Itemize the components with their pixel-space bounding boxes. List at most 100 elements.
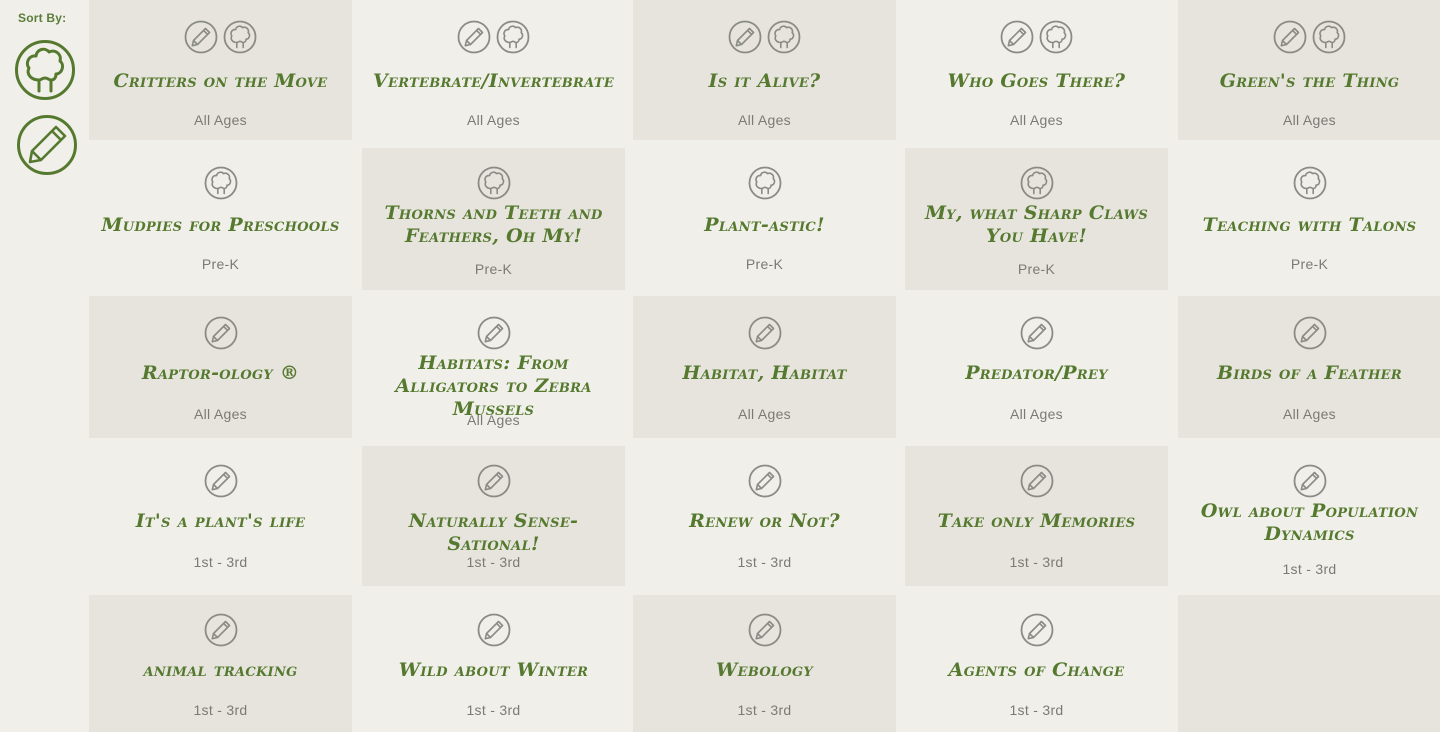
program-card[interactable]: Owl about Population Dynamics 1st - 3rd (1178, 446, 1440, 586)
program-category-icons (633, 20, 896, 54)
pencil-icon (204, 316, 238, 350)
tree-icon (1039, 20, 1073, 54)
program-card[interactable]: Raptor-ology ® All Ages (89, 296, 352, 438)
program-age-range: 1st - 3rd (737, 702, 792, 718)
program-card[interactable]: My, what Sharp Claws You Have! Pre-K (905, 148, 1168, 290)
program-card[interactable]: Vertebrate/Invertebrate All Ages (362, 0, 625, 140)
program-category-icons (633, 613, 896, 647)
program-card[interactable]: Predator/Prey All Ages (905, 296, 1168, 438)
program-age-range: All Ages (738, 112, 791, 128)
program-card[interactable]: Plant-astic! Pre-K (633, 148, 896, 290)
program-title[interactable]: Habitats: From Alligators to Zebra Musse… (366, 352, 621, 421)
program-card[interactable]: Thorns and Teeth and Feathers, Oh My! Pre… (362, 148, 625, 290)
program-title[interactable]: Plant-astic! (637, 214, 892, 237)
program-category-icons (633, 464, 896, 498)
program-card[interactable]: animal tracking 1st - 3rd (89, 595, 352, 732)
program-card[interactable]: Wild about Winter 1st - 3rd (362, 595, 625, 732)
pencil-icon (748, 613, 782, 647)
program-age-range: 1st - 3rd (193, 554, 248, 570)
program-card[interactable]: Habitat, Habitat All Ages (633, 296, 896, 438)
program-age-range: Pre-K (201, 256, 240, 272)
program-age-range: 1st - 3rd (1009, 554, 1064, 570)
program-title[interactable]: Green's the Thing (1182, 70, 1437, 93)
pencil-icon (1273, 20, 1307, 54)
program-age-range: All Ages (1010, 406, 1063, 422)
sort-by-pencil-button[interactable] (16, 114, 78, 176)
program-title[interactable]: Critters on the Move (93, 70, 348, 93)
program-title[interactable]: Raptor-ology ® (93, 362, 348, 385)
pencil-icon (1020, 316, 1054, 350)
program-card[interactable]: Mudpies for Preschools Pre-K (89, 148, 352, 290)
sort-by-label: Sort By: (18, 11, 67, 25)
program-category-icons (1178, 464, 1440, 498)
program-title[interactable]: Birds of a Feather (1182, 362, 1437, 385)
program-title[interactable]: Teaching with Talons (1182, 214, 1437, 237)
program-category-icons (905, 464, 1168, 498)
program-card[interactable]: It's a plant's life 1st - 3rd (89, 446, 352, 586)
program-title[interactable]: Mudpies for Preschools (93, 214, 348, 237)
program-age-range: All Ages (1283, 406, 1336, 422)
program-title[interactable]: Naturally Sense-Sational! (366, 510, 621, 556)
program-title[interactable]: Thorns and Teeth and Feathers, Oh My! (366, 202, 621, 248)
pencil-icon (477, 316, 511, 350)
program-card[interactable]: Naturally Sense-Sational! 1st - 3rd (362, 446, 625, 586)
program-title[interactable]: Agents of Change (909, 659, 1164, 682)
program-age-range: All Ages (738, 406, 791, 422)
program-card[interactable]: Teaching with Talons Pre-K (1178, 148, 1440, 290)
program-category-icons (633, 166, 896, 200)
tree-icon (496, 20, 530, 54)
program-age-range: All Ages (194, 112, 247, 128)
program-card[interactable]: Who Goes There? All Ages (905, 0, 1168, 140)
program-title[interactable]: Vertebrate/Invertebrate (366, 70, 621, 93)
program-title[interactable]: My, what Sharp Claws You Have! (909, 202, 1164, 248)
program-title[interactable]: Take only Memories (909, 510, 1164, 533)
program-title[interactable]: Who Goes There? (909, 70, 1164, 93)
program-title[interactable]: Is it Alive? (637, 70, 892, 93)
program-age-range: Pre-K (1290, 256, 1329, 272)
program-title[interactable]: Habitat, Habitat (637, 362, 892, 385)
pencil-icon (477, 613, 511, 647)
program-age-range: All Ages (467, 412, 520, 428)
program-title[interactable]: It's a plant's life (93, 510, 348, 533)
program-card[interactable]: Is it Alive? All Ages (633, 0, 896, 140)
program-category-icons (89, 166, 352, 200)
program-card[interactable]: Take only Memories 1st - 3rd (905, 446, 1168, 586)
program-title[interactable]: Webology (637, 659, 892, 682)
program-age-range: Pre-K (1017, 261, 1056, 277)
program-category-icons (362, 20, 625, 54)
program-card[interactable]: Habitats: From Alligators to Zebra Musse… (362, 296, 625, 438)
program-category-icons (362, 613, 625, 647)
pencil-icon (1293, 464, 1327, 498)
program-card[interactable]: Green's the Thing All Ages (1178, 0, 1440, 140)
pencil-icon (17, 115, 77, 175)
program-category-icons (905, 316, 1168, 350)
program-card[interactable]: Birds of a Feather All Ages (1178, 296, 1440, 438)
program-title[interactable]: Wild about Winter (366, 659, 621, 682)
program-card[interactable]: Webology 1st - 3rd (633, 595, 896, 732)
program-card[interactable]: Critters on the Move All Ages (89, 0, 352, 140)
program-title[interactable]: Renew or Not? (637, 510, 892, 533)
pencil-icon (1020, 464, 1054, 498)
pencil-icon (184, 20, 218, 54)
tree-icon (15, 40, 75, 100)
pencil-icon (204, 613, 238, 647)
program-title[interactable]: animal tracking (93, 659, 348, 682)
program-card[interactable]: Agents of Change 1st - 3rd (905, 595, 1168, 732)
tree-icon (767, 20, 801, 54)
pencil-icon (1293, 316, 1327, 350)
program-browser: Sort By: Critters on the Move All Ages Ver… (0, 0, 1440, 732)
program-category-icons (362, 166, 625, 200)
program-age-range: All Ages (1010, 112, 1063, 128)
program-card[interactable]: Renew or Not? 1st - 3rd (633, 446, 896, 586)
program-age-range: 1st - 3rd (466, 554, 521, 570)
program-age-range: Pre-K (474, 261, 513, 277)
pencil-icon (1020, 613, 1054, 647)
program-category-icons (1178, 316, 1440, 350)
sort-by-tree-button[interactable] (14, 39, 76, 101)
program-title[interactable]: Owl about Population Dynamics (1182, 500, 1437, 546)
program-age-range: 1st - 3rd (466, 702, 521, 718)
program-category-icons (1178, 20, 1440, 54)
tree-icon (1293, 166, 1327, 200)
program-title[interactable]: Predator/Prey (909, 362, 1164, 385)
program-age-range: All Ages (194, 406, 247, 422)
